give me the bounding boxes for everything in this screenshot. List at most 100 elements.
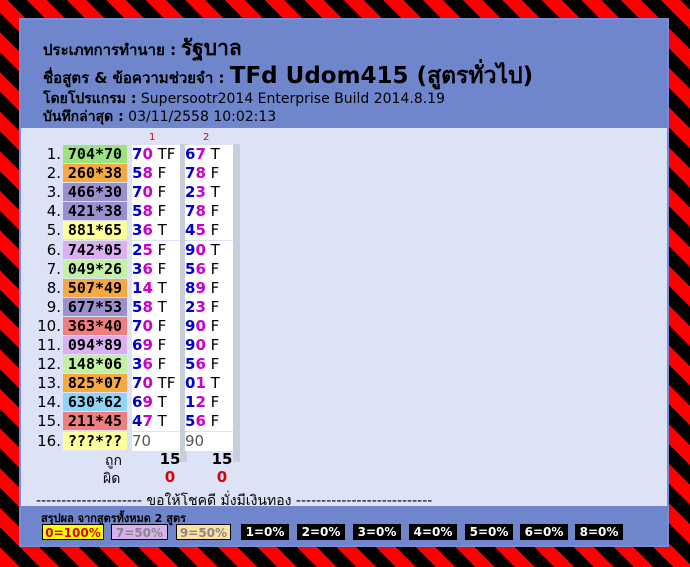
formula-2-cell-digit-b: 8: [195, 164, 206, 183]
formula-1-cell-result: TF: [152, 145, 176, 163]
formula-2-cell-digit-b: 3: [195, 183, 206, 202]
formula-2-cell-result: F: [205, 355, 220, 374]
formula-1-cell-digit-a: 6: [132, 336, 143, 354]
summary-badge: 9=50%: [176, 524, 231, 540]
formula-1-cell-digit-b: 5: [142, 240, 153, 259]
number-pair: 094*89: [63, 336, 127, 354]
formula-2-cell-value: 90: [185, 431, 205, 450]
number-pair: ???*??: [63, 431, 127, 450]
table-row: 11. 094*89 69 F 90 F: [21, 336, 281, 355]
formula-2-cell: 90 T: [185, 240, 233, 260]
formula-1-cell-digit-b: 8: [142, 164, 153, 183]
formula-1-cell-digit-a: 7: [132, 316, 143, 335]
formula-1-cell: 70 TF: [132, 145, 180, 164]
formula-1-cell-digit-b: 4: [142, 278, 153, 297]
formula-1-cell-digit-b: 6: [142, 221, 153, 240]
summary-badge: 4=0%: [409, 524, 457, 540]
row-number: 1.: [46, 145, 61, 163]
formula-2-cell-digit-b: 9: [195, 278, 206, 297]
formula-2-cell-result: F: [205, 316, 220, 335]
table-row: 2. 260*38 58 F 78 F: [21, 164, 281, 184]
table-row: 10. 363*40 70 F 90 F: [21, 316, 281, 336]
formula-1-cell-result: F: [152, 316, 167, 335]
number-pair: 742*05: [63, 240, 127, 259]
formula-2-cell-digit-a: 9: [185, 316, 196, 335]
formula-2-cell-digit-a: 5: [185, 355, 196, 374]
formula-1-cell-result: T: [152, 412, 167, 431]
summary-badge: 2=0%: [297, 524, 345, 540]
formula-2-cell-digit-a: 2: [185, 297, 196, 316]
formula-1-cell-result: T: [152, 393, 167, 412]
formula-1-cell-digit-b: 6: [142, 259, 153, 278]
table-row: 15. 211*45 47 T 56 F: [21, 412, 281, 432]
formula-1-cell-result: T: [152, 278, 167, 297]
formula-2-cell-digit-a: 0: [185, 374, 196, 393]
formula-1-cell-value: 70: [132, 431, 152, 450]
row-number: 10.: [37, 316, 61, 335]
formula-2-cell-digit-a: 2: [185, 183, 196, 202]
formula-2-cell-result: T: [205, 145, 220, 163]
prediction-type-label: ประเภทการทำนาย :: [43, 41, 177, 59]
formula-value: TFd Udom415 (สูตรทั่วไป): [229, 63, 534, 89]
formula-1-cell: 58 T: [132, 297, 180, 317]
formula-1-cell: 47 T: [132, 412, 180, 432]
summary-badge: 5=0%: [465, 524, 513, 540]
formula-1-cell-digit-b: 0: [142, 316, 153, 335]
row-number: 7.: [46, 259, 61, 278]
number-pair: 260*38: [63, 164, 127, 183]
correct-count-1: 15: [159, 450, 181, 468]
formula-1-cell-digit-a: 4: [132, 412, 143, 431]
row-number: 16.: [37, 431, 61, 450]
formula-2-cell-result: F: [205, 221, 220, 240]
formula-2-cell-result: F: [205, 336, 220, 354]
formula-1-cell-digit-a: 2: [132, 240, 143, 259]
wrong-label: ผิด: [103, 471, 121, 487]
formula-1-cell-digit-a: 7: [132, 374, 143, 393]
formula-1-cell: 36 T: [132, 221, 180, 241]
correct-count-2: 15: [211, 450, 233, 468]
table-row: 9. 677*53 58 T 23 F: [21, 297, 281, 317]
program-label: โดยโปรแกรม :: [43, 91, 137, 107]
formula-2-cell: 78 F: [185, 202, 233, 222]
formula-2-cell-digit-a: 7: [185, 202, 196, 221]
formula-1-cell: 70 F: [132, 183, 180, 203]
formula-1-cell-digit-a: 7: [132, 145, 143, 163]
formula-1-cell-result: F: [152, 240, 167, 259]
formula-1-cell: 58 F: [132, 202, 180, 222]
formula-2-cell: 23 T: [185, 183, 233, 203]
formula-1-cell: 69 F: [132, 336, 180, 355]
formula-2-cell: 90 F: [185, 336, 233, 355]
formula-1-cell-digit-b: 9: [142, 336, 153, 354]
formula-1-cell-digit-a: 5: [132, 202, 143, 221]
formula-2-cell: 90 F: [185, 316, 233, 336]
formula-2-cell: 89 F: [185, 278, 233, 298]
table-row: 3. 466*30 70 F 23 T: [21, 183, 281, 203]
formula-label: ชื่อสูตร & ข้อความช่วยจำ :: [43, 69, 225, 87]
formula-2-cell-digit-b: 7: [195, 145, 206, 163]
formula-1-cell-result: F: [152, 336, 167, 354]
row-number: 14.: [37, 393, 61, 412]
summary-badge: 8=0%: [575, 524, 623, 540]
formula-1-cell: 36 F: [132, 259, 180, 279]
formula-2-cell: 67 T: [185, 145, 233, 164]
formula-2-cell-digit-b: 6: [195, 412, 206, 431]
row-number: 4.: [46, 202, 61, 221]
number-pair: 881*65: [63, 221, 127, 240]
number-pair: 825*07: [63, 374, 127, 393]
formula-2-cell-result: T: [205, 183, 220, 202]
formula-2-cell-digit-a: 5: [185, 259, 196, 278]
formula-1-cell-digit-b: 0: [142, 145, 153, 163]
formula-2-cell-digit-a: 1: [185, 393, 196, 412]
number-pair: 630*62: [63, 393, 127, 412]
formula-1-cell-result: F: [152, 202, 167, 221]
formula-2-cell-result: F: [205, 297, 220, 316]
formula-1-cell-result: TF: [152, 374, 176, 393]
formula-1-cell-result: T: [152, 297, 167, 316]
formula-2-cell-digit-b: 0: [195, 316, 206, 335]
summary-badge: 6=0%: [520, 524, 568, 540]
formula-2-cell: 56 F: [185, 259, 233, 279]
summary-footer: สรุปผล จากสูตรทั้งหมด 2 สูตร 0=100% 7=50%…: [21, 506, 667, 545]
header: ประเภทการทำนาย : รัฐบาล ชื่อสูตร & ข้อคว…: [21, 20, 667, 128]
formula-2-cell-result: F: [205, 393, 220, 412]
formula-1-cell-digit-b: 7: [142, 412, 153, 431]
